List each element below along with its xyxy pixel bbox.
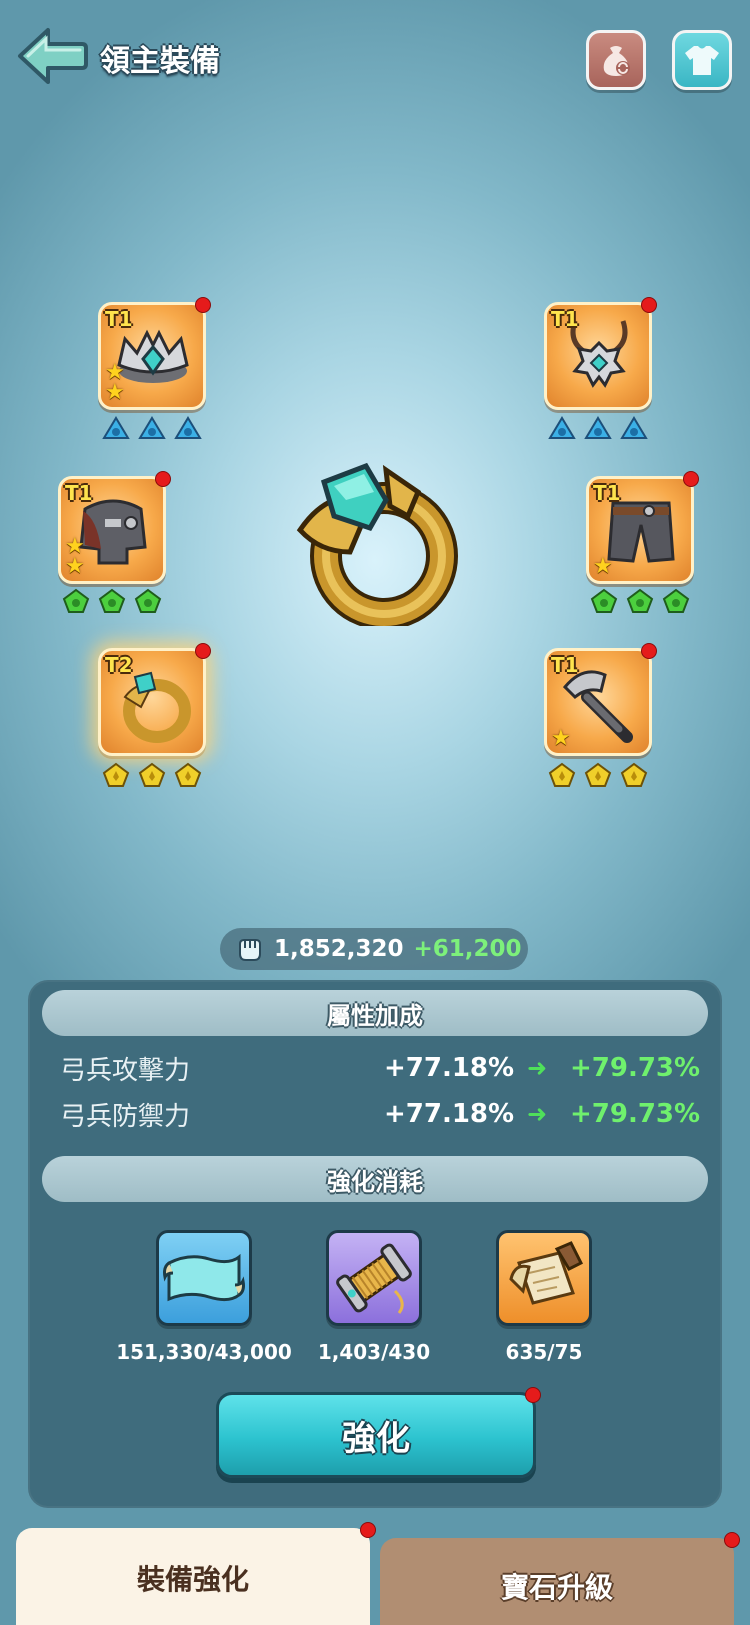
power-value: 1,852,320 (274, 936, 404, 962)
shirt-icon (685, 46, 719, 75)
power-display: 1,852,320 +61,200 (220, 928, 528, 970)
notice-dot (724, 1532, 740, 1548)
yellow-gem-icon (174, 762, 202, 787)
tier-label: T2 (105, 653, 133, 677)
yellow-gem-icon (138, 762, 166, 787)
equip-slot-ring[interactable]: T2 (98, 643, 211, 756)
bag-swap-icon (603, 46, 630, 76)
notice-dot (195, 297, 211, 313)
green-gem-icon (62, 588, 90, 613)
fist-icon (239, 939, 261, 961)
stat-next: +79.73% (570, 1053, 701, 1083)
page-title: 領主裝備 (100, 44, 220, 79)
star-rating: ★ (551, 726, 571, 751)
tier-label: T1 (65, 481, 93, 505)
notice-dot (195, 643, 211, 659)
tab-gem-upgrade[interactable]: 寶石升級 (380, 1532, 740, 1625)
bag-swap-button[interactable] (586, 30, 646, 90)
cloth-scroll-icon (163, 1253, 245, 1302)
arrow-right-icon: ➜ (526, 1054, 548, 1082)
notice-dot (641, 643, 657, 659)
equip-slot-pants[interactable]: T1 ★ (586, 471, 699, 584)
stat-row: 弓兵防禦力 +77.18% ➜ +79.73% (60, 1094, 701, 1134)
blue-gem-icon (584, 416, 612, 439)
stat-current: +77.18% (384, 1099, 515, 1129)
cost-header: 強化消耗 (42, 1156, 708, 1202)
stat-current: +77.18% (384, 1053, 515, 1083)
tier-label: T1 (551, 653, 579, 677)
attribute-header: 屬性加成 (42, 990, 708, 1036)
star-rating: ★ ★ (105, 360, 125, 405)
stat-row: 弓兵攻擊力 +77.18% ➜ +79.73% (60, 1048, 701, 1088)
equip-slot-hammer[interactable]: T1 ★ (544, 643, 657, 756)
material-thread-spool[interactable] (326, 1230, 422, 1326)
gem-sockets-hammer (548, 762, 648, 788)
arrow-left-icon (18, 28, 88, 84)
blue-gem-icon (620, 416, 648, 439)
green-gem-icon (98, 588, 126, 613)
blue-gem-icon (548, 416, 576, 439)
green-gem-icon (590, 588, 618, 613)
green-gem-icon (134, 588, 162, 613)
back-button[interactable] (16, 26, 88, 86)
gem-sockets-ring (102, 762, 202, 788)
yellow-gem-icon (620, 762, 648, 787)
equip-slot-crown[interactable]: T1 ★ ★ (98, 297, 211, 410)
green-gem-icon (626, 588, 654, 613)
tab-equipment-enhance[interactable]: 裝備強化 (16, 1522, 376, 1625)
tier-label: T1 (105, 307, 133, 331)
notice-dot (155, 471, 171, 487)
power-increase: +61,200 (413, 936, 522, 962)
tab-label: 裝備強化 (136, 1563, 249, 1596)
stat-next: +79.73% (570, 1099, 701, 1129)
star-rating: ★ ★ (65, 534, 85, 579)
enhance-button-label: 強化 (342, 1418, 410, 1459)
notice-dot (641, 297, 657, 313)
notice-dot (525, 1387, 541, 1403)
tier-label: T1 (551, 307, 579, 331)
outfit-button[interactable] (672, 30, 732, 90)
blueprint-map-icon (509, 1241, 584, 1305)
gem-sockets-armor (62, 588, 162, 614)
material-blueprint[interactable] (496, 1230, 592, 1326)
blue-gem-icon (102, 416, 130, 439)
blue-gem-icon (174, 416, 202, 439)
equip-slot-amulet[interactable]: T1 (544, 297, 657, 410)
enhance-button[interactable]: 強化 (216, 1387, 541, 1478)
material-count: 635/75 (505, 1340, 583, 1364)
equip-slot-armor[interactable]: T1 ★ ★ (58, 471, 171, 584)
notice-dot (360, 1522, 376, 1538)
stat-name: 弓兵防禦力 (60, 1101, 191, 1132)
stat-name: 弓兵攻擊力 (60, 1055, 191, 1086)
star-rating: ★ (593, 554, 613, 579)
gem-sockets-pants (590, 588, 690, 614)
yellow-gem-icon (584, 762, 612, 787)
material-cloth-scroll[interactable] (156, 1230, 252, 1326)
gold-ring-icon (296, 462, 458, 626)
green-gem-icon (662, 588, 690, 613)
tab-label: 寶石升級 (500, 1571, 613, 1604)
notice-dot (683, 471, 699, 487)
blue-gem-icon (138, 416, 166, 439)
tier-label: T1 (593, 481, 621, 505)
yellow-gem-icon (548, 762, 576, 787)
gem-sockets-crown (102, 416, 202, 442)
arrow-right-icon: ➜ (526, 1100, 548, 1128)
yellow-gem-icon (102, 762, 130, 787)
gem-sockets-amulet (548, 416, 648, 442)
thread-spool-icon (336, 1243, 412, 1314)
